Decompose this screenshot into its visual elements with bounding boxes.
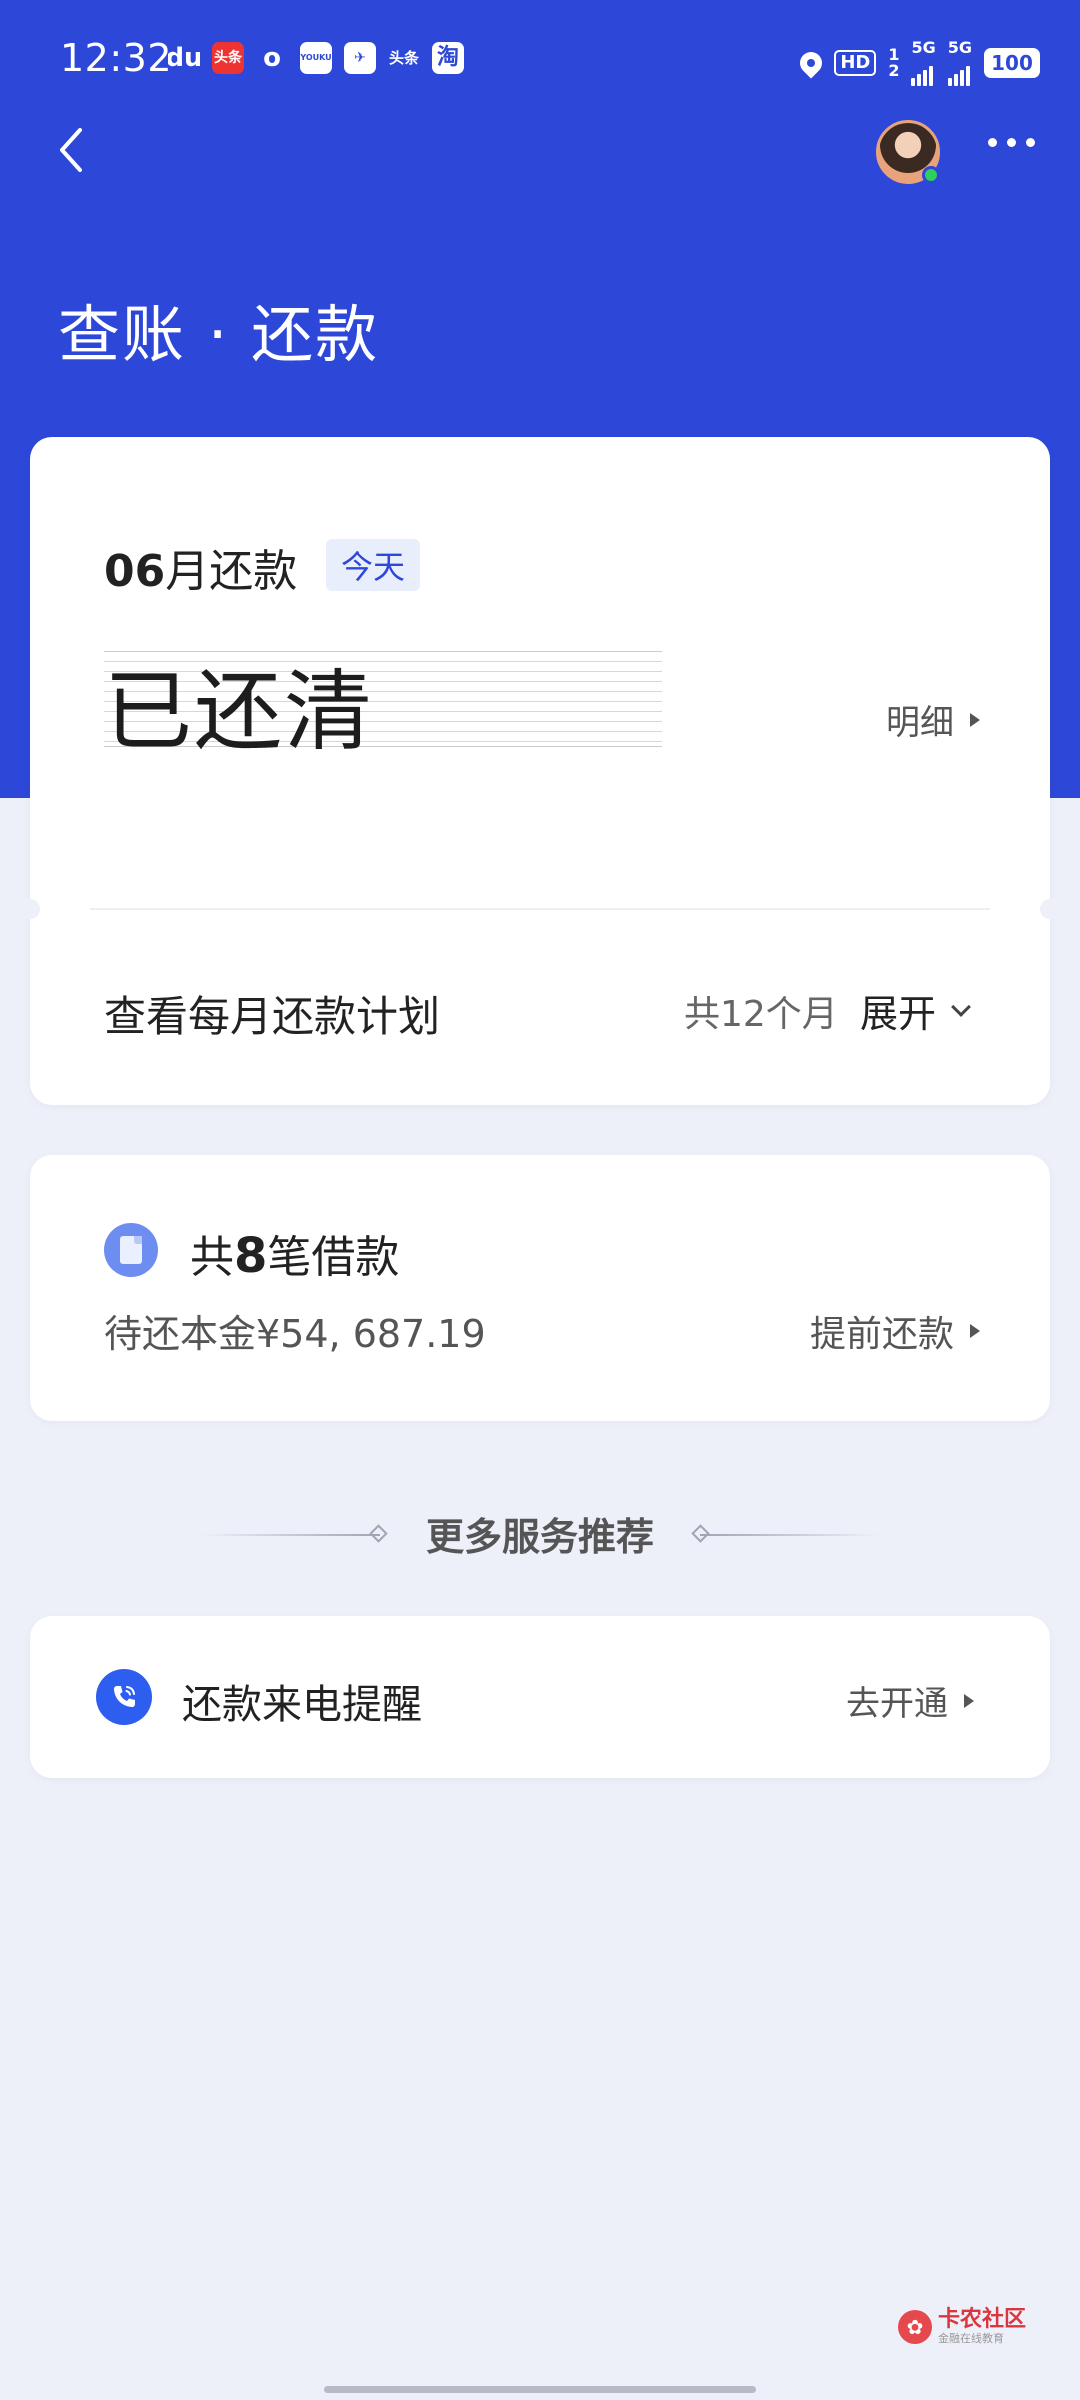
watermark-title: 卡农社区 [938,2307,1027,2332]
network-type-1: 5G [911,38,936,57]
detail-label: 明细 [886,703,954,743]
travel-app-icon: ✈ [344,42,376,74]
location-icon [795,47,827,79]
watermark: ✿ 卡农社区 金融在线教育 [898,2307,1027,2346]
browser-app-icon: o [263,43,281,73]
card-notch-left [20,899,40,919]
today-badge: 今天 [326,539,420,591]
loans-prefix: 共 [190,1232,234,1283]
expand-plan-button[interactable]: 展开 [860,983,971,1038]
phone-reminder-card[interactable]: 还款来电提醒 去开通 [30,1616,1050,1778]
signal-1-icon: 5G [911,38,936,86]
plan-months-count: 共12个月 [684,994,838,1035]
sim-bottom-label: 2 [888,61,900,80]
month-title: 06月还款 [104,535,297,599]
hd-icon: HD [834,50,877,76]
status-time: 12:32 [60,36,173,80]
chevron-left-icon [60,128,82,172]
outstanding-principal: 待还本金¥54, 687.19 [104,1312,486,1356]
loans-suffix: 笔借款 [267,1232,400,1283]
toutiao-lite-app-icon: 头条 [388,48,419,67]
youku-app-icon: YOUKU [300,42,332,74]
battery-icon: 100 [984,48,1040,78]
more-services-heading: 更多服务推荐 [425,1514,654,1559]
watermark-subtitle: 金融在线教育 [938,2332,1004,2346]
page-title: 查账 · 还款 [58,298,380,371]
taobao-app-icon: 淘 [432,42,464,74]
more-dot-icon [1026,138,1035,147]
phone-call-icon [96,1669,152,1725]
triangle-right-icon [964,1693,974,1708]
notification-icons: du 头条 o YOUKU ✈ 头条 淘 [168,42,464,74]
triangle-right-icon [970,712,980,727]
home-indicator[interactable] [324,2386,756,2393]
toutiao-app-icon: 头条 [212,42,244,74]
back-button[interactable] [50,120,100,180]
document-icon [104,1223,158,1277]
triangle-right-icon [970,1324,980,1338]
more-dot-icon [1007,138,1016,147]
card-notch-right [1040,899,1060,919]
more-options-button[interactable] [988,138,1035,147]
watermark-logo-icon: ✿ [898,2309,932,2344]
online-status-dot [922,166,940,184]
detail-link[interactable]: 明细 [886,695,980,744]
repayment-card: 06月还款 今天 已还清 明细 查看每月还款计划 共12个月 展开 [20,437,1060,1105]
prepay-label: 提前还款 [809,1314,954,1355]
loans-count: 8 [234,1228,268,1284]
signal-2-icon: 5G [947,38,972,86]
chevron-down-icon [951,996,971,1017]
repayment-status: 已还清 [104,660,375,763]
reminder-label: 还款来电提醒 [182,1682,422,1728]
expand-label: 展开 [860,992,937,1036]
prepay-button[interactable]: 提前还款 [810,1305,980,1357]
divider [90,908,990,910]
baidu-app-icon: du [168,43,200,73]
loans-card[interactable]: 共8笔借款 待还本金¥54, 687.19 提前还款 [30,1155,1050,1421]
status-indicators: HD 1 2 5G 5G 100 [795,38,1040,86]
monthly-plan-label[interactable]: 查看每月还款计划 [104,983,440,1044]
month-number: 06 [104,546,166,597]
sim-indicator: 1 2 [888,47,899,79]
network-type-2: 5G [947,38,972,57]
more-dot-icon [988,138,997,147]
activate-button[interactable]: 去开通 [846,1676,974,1725]
activate-label: 去开通 [846,1684,948,1724]
loans-count-title: 共8笔借款 [190,1221,399,1285]
section-divider-right [700,1534,880,1536]
status-bar: 12:32 du 头条 o YOUKU ✈ 头条 淘 HD 1 2 5G 5G … [0,0,1080,120]
month-suffix: 月还款 [165,546,298,597]
